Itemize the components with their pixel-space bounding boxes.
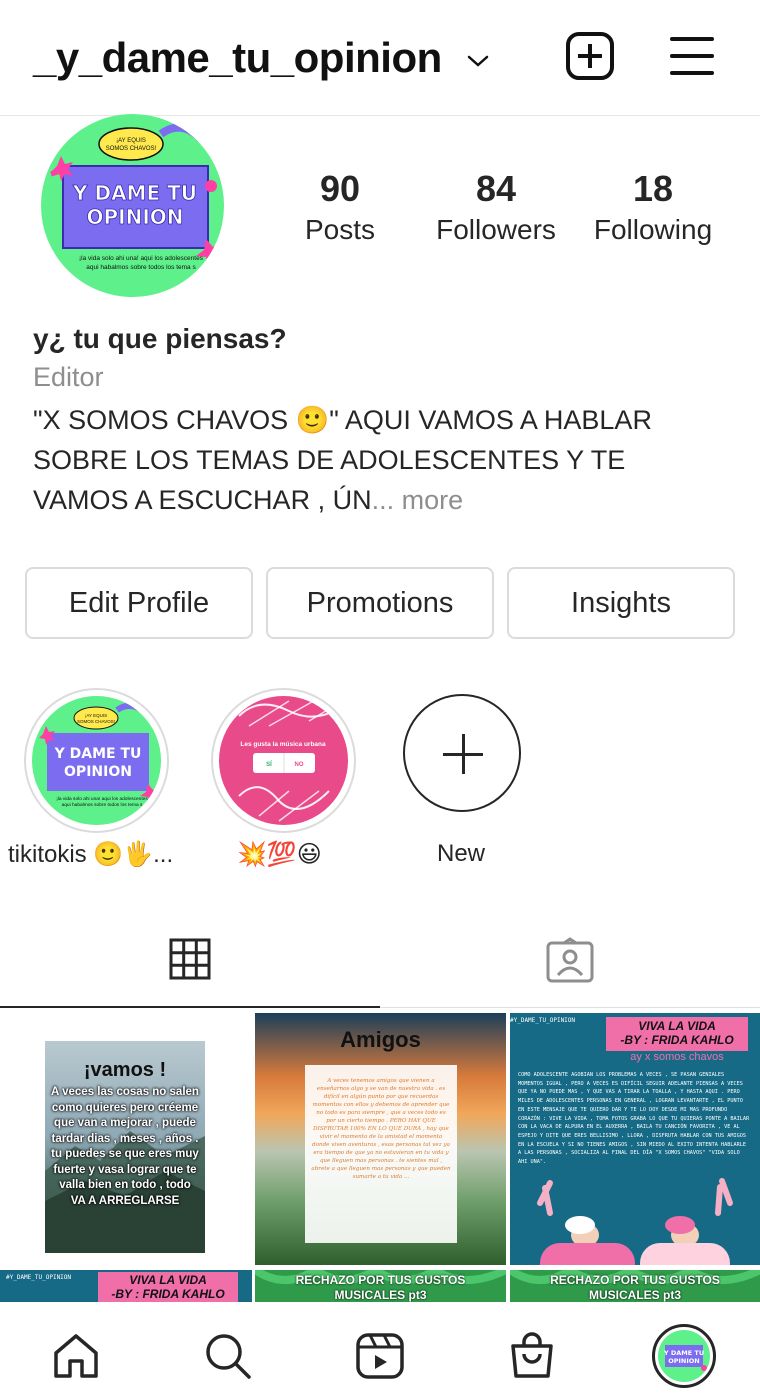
profile-avatar-nav[interactable]: Y DAME TU OPINION [652, 1324, 716, 1388]
post-title: RECHAZO POR TUS GUSTOS MUSICALES pt3 [550, 1273, 720, 1302]
following-count: 18 [632, 168, 674, 209]
tab-active-indicator [0, 1006, 380, 1008]
username-title[interactable]: _y_dame_tu_opinion [33, 34, 442, 82]
bio-ellipsis: ... [371, 485, 395, 515]
search-icon[interactable] [204, 1332, 252, 1380]
highlight-cover-title-line1: Y DAME TU [54, 746, 142, 762]
post-text: A veces tenemos amigos que vienen a ense… [311, 1078, 451, 1180]
post-title: VIVA LA VIDA -BY : FRIDA KAHLO [620, 1019, 734, 1047]
profile-name: y¿ tu que piensas? [33, 323, 287, 354]
highlight-label: 💥💯😃 [237, 841, 322, 868]
profile-bio[interactable]: "X SOMOS CHAVOS 🙂" AQUI VAMOS A HABLAR S… [33, 400, 733, 520]
promotions-button[interactable]: Promotions [266, 567, 494, 639]
post-illustration [537, 1178, 733, 1265]
edit-profile-button[interactable]: Edit Profile [25, 567, 253, 639]
highlight-cover: ¡AY EQUIS SOMOS CHAVOS! Y DAME TU OPINIO… [32, 696, 161, 825]
svg-text:aqui habalmos sobre todos los: aqui habalmos sobre todos los tema s [86, 264, 196, 271]
stat-following[interactable]: 18 Following [588, 168, 718, 246]
stat-posts[interactable]: 90 Posts [300, 168, 380, 246]
svg-text:SOMOS CHAVOS!: SOMOS CHAVOS! [106, 146, 157, 152]
poll-no: NO [295, 762, 304, 768]
post-title: ¡vamos ! [83, 1059, 167, 1081]
bio-line: SOBRE LOS TEMAS DE ADOLESCENTES Y TE [33, 445, 626, 475]
post-title: VIVA LA VIDA -BY : FRIDA KAHLO [111, 1273, 225, 1301]
post-rechazo-2[interactable]: RECHAZO POR TUS GUSTOS MUSICALES pt3 [510, 1270, 760, 1306]
nav-avatar-title-line2: OPINION [668, 1357, 700, 1365]
bio-more-link[interactable]: more [402, 485, 464, 515]
posts-label: Posts [304, 214, 376, 245]
bio-line: VAMOS A ESCUCHAR , ÚN... more [33, 485, 464, 515]
post-title: RECHAZO POR TUS GUSTOS MUSICALES pt3 [295, 1273, 466, 1302]
tab-divider [380, 1007, 760, 1008]
avatar-title-line2: OPINION [86, 205, 183, 229]
posts-count: 90 [319, 168, 361, 209]
highlight-tikitokis[interactable]: ¡AY EQUIS SOMOS CHAVOS! Y DAME TU OPINIO… [24, 688, 169, 833]
svg-text:¡la vida solo ahi una! aqui lo: ¡la vida solo ahi una! aqui los adolesce… [79, 255, 204, 262]
shop-icon[interactable] [509, 1332, 555, 1380]
nav-avatar-title-line1: Y DAME TU [663, 1349, 704, 1357]
insights-button[interactable]: Insights [507, 567, 735, 639]
post-viva-la-vida[interactable]: #Y_DAME_TU_OPINION VIVA LA VIDA -BY : FR… [510, 1013, 760, 1265]
svg-text:aqui habalmos sobre todos los: aqui habalmos sobre todos los tema s [62, 802, 143, 808]
poll-yes: SÍ [266, 760, 272, 768]
following-label: Following [593, 214, 713, 245]
avatar-title-line1: Y DAME TU [72, 181, 197, 205]
grid-icon[interactable] [169, 938, 211, 980]
svg-text:SOMOS CHAVOS!: SOMOS CHAVOS! [77, 719, 115, 724]
new-highlight-label: New [437, 840, 486, 867]
profile-avatar[interactable]: ¡AY EQUIS SOMOS CHAVOS! Y DAME TU OPINIO… [41, 114, 224, 297]
post-image: ¡vamos ! A veces las cosas no salen como… [45, 1041, 205, 1253]
new-post-icon[interactable] [566, 32, 614, 80]
svg-text:¡AY EQUIS: ¡AY EQUIS [85, 713, 107, 718]
tagged-icon[interactable] [546, 937, 594, 983]
avatar-bubble-text: ¡AY EQUIS [116, 138, 146, 144]
highlight-cover-title-line2: OPINION [64, 764, 132, 780]
bottom-nav [0, 1302, 760, 1395]
svg-text:¡la vida solo ahi una! aqui lo: ¡la vida solo ahi una! aqui los adolesce… [56, 796, 148, 802]
followers-count: 84 [475, 168, 517, 209]
top-header: _y_dame_tu_opinion [0, 0, 760, 116]
post-vamos[interactable]: ¡vamos ! A veces las cosas no salen como… [0, 1013, 252, 1265]
post-text: A veces las cosas no salen como quieres … [51, 1086, 199, 1207]
post-tag: #Y_DAME_TU_OPINION [510, 1017, 576, 1024]
chevron-down-icon[interactable] [465, 52, 491, 70]
menu-icon[interactable] [670, 37, 714, 75]
profile-category: Editor [33, 362, 104, 392]
post-card: A veces tenemos amigos que vienen a ense… [305, 1065, 457, 1243]
post-rechazo-1[interactable]: RECHAZO POR TUS GUSTOS MUSICALES pt3 [255, 1270, 506, 1306]
highlight-music-title: Les gusta la música urbana [240, 741, 326, 748]
post-title: Amigos [340, 1027, 421, 1052]
post-viva-la-vida-2[interactable]: #Y_DAME_TU_OPINION VIVA LA VIDA -BY : FR… [0, 1270, 252, 1306]
bio-line: "X SOMOS CHAVOS 🙂" AQUI VAMOS A HABLAR [33, 405, 652, 435]
new-highlight-button[interactable] [403, 694, 521, 812]
highlight-cover: Les gusta la música urbana SÍ NO [219, 696, 348, 825]
post-text: COMO ADOLESCENTE AGOBIAN LOS PROBLEMAS A… [518, 1072, 750, 1166]
home-icon[interactable] [52, 1333, 100, 1379]
highlight-musica[interactable]: Les gusta la música urbana SÍ NO [211, 688, 356, 833]
post-amigos[interactable]: Amigos A veces tenemos amigos que vienen… [255, 1013, 506, 1265]
post-tag: #Y_DAME_TU_OPINION [6, 1274, 72, 1281]
post-subtitle: ay x somos chavos [630, 1051, 724, 1063]
reels-icon[interactable] [356, 1333, 404, 1379]
followers-label: Followers [436, 214, 556, 245]
highlight-label: tikitokis 🙂🖐... [8, 841, 174, 868]
stat-followers[interactable]: 84 Followers [430, 168, 562, 246]
